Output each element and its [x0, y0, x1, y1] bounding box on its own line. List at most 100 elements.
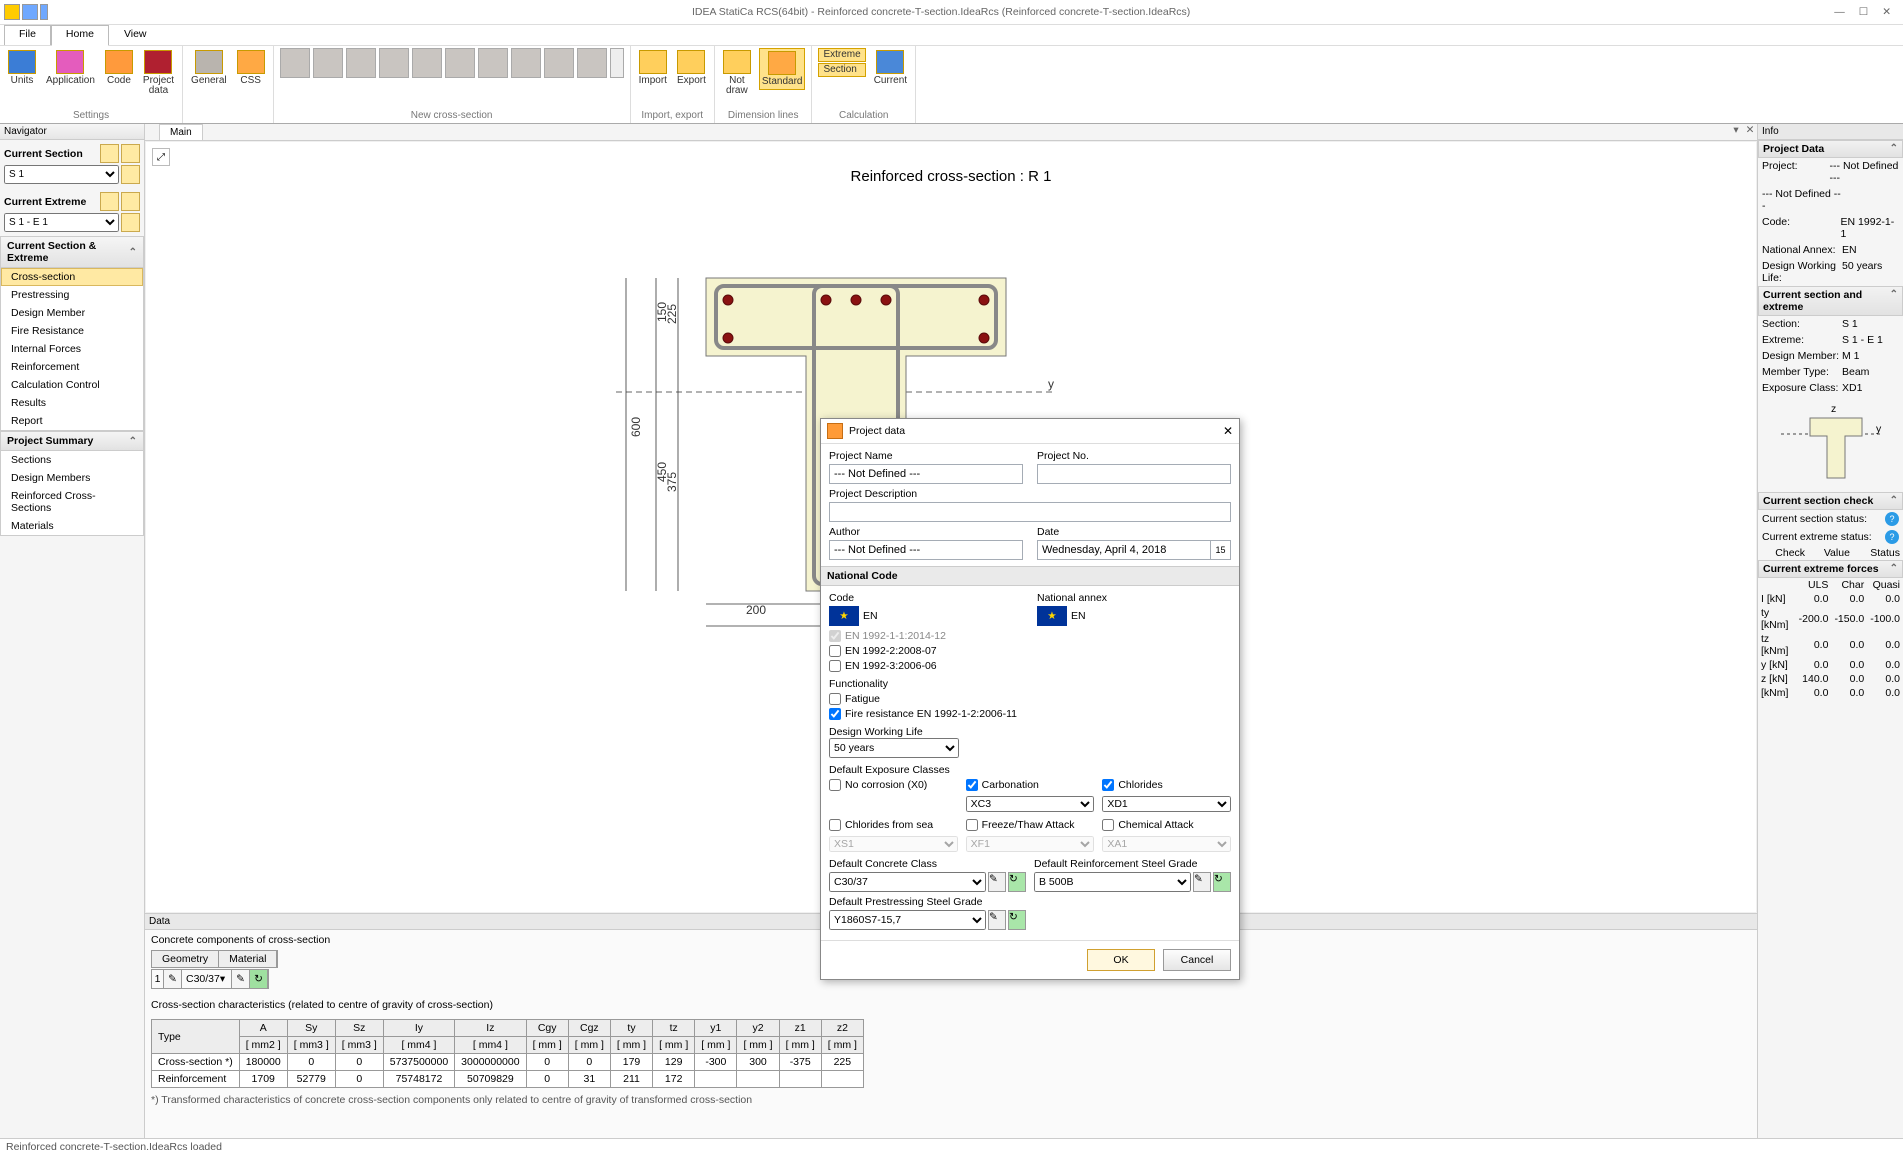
nav-item-results[interactable]: Results [1, 394, 143, 412]
tab-geometry[interactable]: Geometry [152, 951, 219, 967]
nav-item-report[interactable]: Report [1, 412, 143, 430]
extreme-button[interactable]: Extreme [818, 48, 865, 62]
shape-ll-icon[interactable] [445, 48, 475, 78]
nav-item-sections[interactable]: Sections [1, 451, 143, 469]
code-1992-3-checkbox[interactable] [829, 660, 841, 672]
edit-icon[interactable]: ✎ [988, 910, 1006, 930]
sea-checkbox[interactable] [829, 819, 841, 831]
nav-group-cse[interactable]: Current Section & Extreme⌃ [0, 236, 144, 268]
nav-item-reinforced-cross-sections[interactable]: Reinforced Cross-Sections [1, 487, 143, 517]
edit-icon[interactable]: ✎ [988, 872, 1006, 892]
shape-rect-icon[interactable] [280, 48, 310, 78]
annex-value[interactable]: EN [1071, 610, 1086, 622]
section-select[interactable]: S 1 [4, 165, 119, 184]
project-no-field[interactable] [1037, 464, 1231, 484]
info-pd-header[interactable]: Project Data⌃ [1758, 140, 1903, 158]
dialog-close-icon[interactable]: ✕ [1223, 424, 1233, 438]
close-icon[interactable]: ✕ [1882, 6, 1891, 18]
edit-icon[interactable]: ✎ [1193, 872, 1211, 892]
shape-u-icon[interactable] [478, 48, 508, 78]
tab-dropdown-icon[interactable]: ▾ [1729, 124, 1743, 140]
shape-t2-icon[interactable] [577, 48, 607, 78]
extreme-add-button[interactable] [121, 213, 140, 232]
shape-l-icon[interactable] [412, 48, 442, 78]
info-check-header[interactable]: Current section check⌃ [1758, 492, 1903, 510]
general-button[interactable]: General [189, 48, 229, 88]
extreme-prev-icon[interactable] [100, 192, 119, 211]
nav-item-calculation-control[interactable]: Calculation Control [1, 376, 143, 394]
drs-select[interactable]: B 500B [1034, 872, 1191, 892]
nav-item-reinforcement[interactable]: Reinforcement [1, 358, 143, 376]
section-add-button[interactable] [121, 165, 140, 184]
shape-t-icon[interactable] [313, 48, 343, 78]
gallery-more-icon[interactable] [610, 48, 624, 78]
maximize-icon[interactable]: ☐ [1859, 6, 1868, 18]
ribbon-tab-view[interactable]: View [109, 25, 162, 45]
date-field[interactable] [1037, 540, 1211, 560]
shape-ui-icon[interactable] [511, 48, 541, 78]
shape-i2-icon[interactable] [379, 48, 409, 78]
info-cse-header[interactable]: Current section and extreme⌃ [1758, 286, 1903, 316]
nocorr-checkbox[interactable] [829, 779, 841, 791]
material-select[interactable]: C30/37 ▾ [182, 970, 232, 988]
code-value[interactable]: EN [863, 610, 878, 622]
refresh-button[interactable]: ↻ [250, 970, 268, 988]
dialog-title-bar[interactable]: Project data ✕ [821, 419, 1239, 444]
carb-select[interactable]: XC3 [966, 796, 1095, 812]
info-forces-header[interactable]: Current extreme forces⌃ [1758, 560, 1903, 578]
nav-item-prestressing[interactable]: Prestressing [1, 286, 143, 304]
application-button[interactable]: Application [44, 48, 97, 88]
tab-close-icon[interactable]: ✕ [1743, 124, 1757, 140]
chem-checkbox[interactable] [1102, 819, 1114, 831]
nav-group-summary[interactable]: Project Summary⌃ [0, 431, 144, 451]
chlor-select[interactable]: XD1 [1102, 796, 1231, 812]
edit-geom-button[interactable]: ✎ [164, 970, 182, 988]
code-1992-2-checkbox[interactable] [829, 645, 841, 657]
tab-material[interactable]: Material [219, 951, 277, 967]
refresh-icon[interactable]: ↻ [1008, 910, 1026, 930]
css-button[interactable]: CSS [235, 48, 267, 88]
calendar-icon[interactable]: 15 [1211, 540, 1231, 560]
desc-field[interactable] [829, 502, 1231, 522]
ribbon-tab-file[interactable]: File [4, 25, 51, 45]
fit-view-button[interactable]: ⤢ [152, 148, 170, 166]
chlor-checkbox[interactable] [1102, 779, 1114, 791]
nav-item-internal-forces[interactable]: Internal Forces [1, 340, 143, 358]
current-button[interactable]: Current [872, 48, 909, 88]
minimize-icon[interactable]: — [1834, 6, 1845, 18]
shape-i-icon[interactable] [346, 48, 376, 78]
project-data-button[interactable]: Project data [141, 48, 176, 98]
nav-item-materials[interactable]: Materials [1, 517, 143, 535]
fatigue-checkbox[interactable] [829, 693, 841, 705]
qat-dropdown-icon[interactable] [40, 4, 48, 20]
dwl-select[interactable]: 50 years [829, 738, 959, 758]
fire-checkbox[interactable] [829, 708, 841, 720]
author-field[interactable] [829, 540, 1023, 560]
nav-item-design-member[interactable]: Design Member [1, 304, 143, 322]
nav-item-design-members[interactable]: Design Members [1, 469, 143, 487]
ribbon-tab-home[interactable]: Home [51, 25, 109, 46]
dps-select[interactable]: Y1860S7-15,7 [829, 910, 986, 930]
not-draw-button[interactable]: Not draw [721, 48, 753, 98]
units-button[interactable]: Units [6, 48, 38, 88]
extreme-next-icon[interactable] [121, 192, 140, 211]
ok-button[interactable]: OK [1087, 949, 1155, 971]
edit-material-button[interactable]: ✎ [232, 970, 250, 988]
section-button[interactable]: Section [818, 63, 865, 77]
shape-z-icon[interactable] [544, 48, 574, 78]
extreme-select[interactable]: S 1 - E 1 [4, 213, 119, 232]
nav-item-cross-section[interactable]: Cross-section [1, 268, 143, 286]
tab-main[interactable]: Main [159, 124, 203, 140]
carb-checkbox[interactable] [966, 779, 978, 791]
dcc-select[interactable]: C30/37 [829, 872, 986, 892]
cross-section-gallery[interactable] [280, 48, 624, 108]
import-button[interactable]: Import [637, 48, 669, 88]
section-prev-icon[interactable] [100, 144, 119, 163]
cancel-button[interactable]: Cancel [1163, 949, 1231, 971]
project-name-field[interactable] [829, 464, 1023, 484]
export-button[interactable]: Export [675, 48, 708, 88]
nav-item-fire-resistance[interactable]: Fire Resistance [1, 322, 143, 340]
refresh-icon[interactable]: ↻ [1213, 872, 1231, 892]
freeze-checkbox[interactable] [966, 819, 978, 831]
section-next-icon[interactable] [121, 144, 140, 163]
